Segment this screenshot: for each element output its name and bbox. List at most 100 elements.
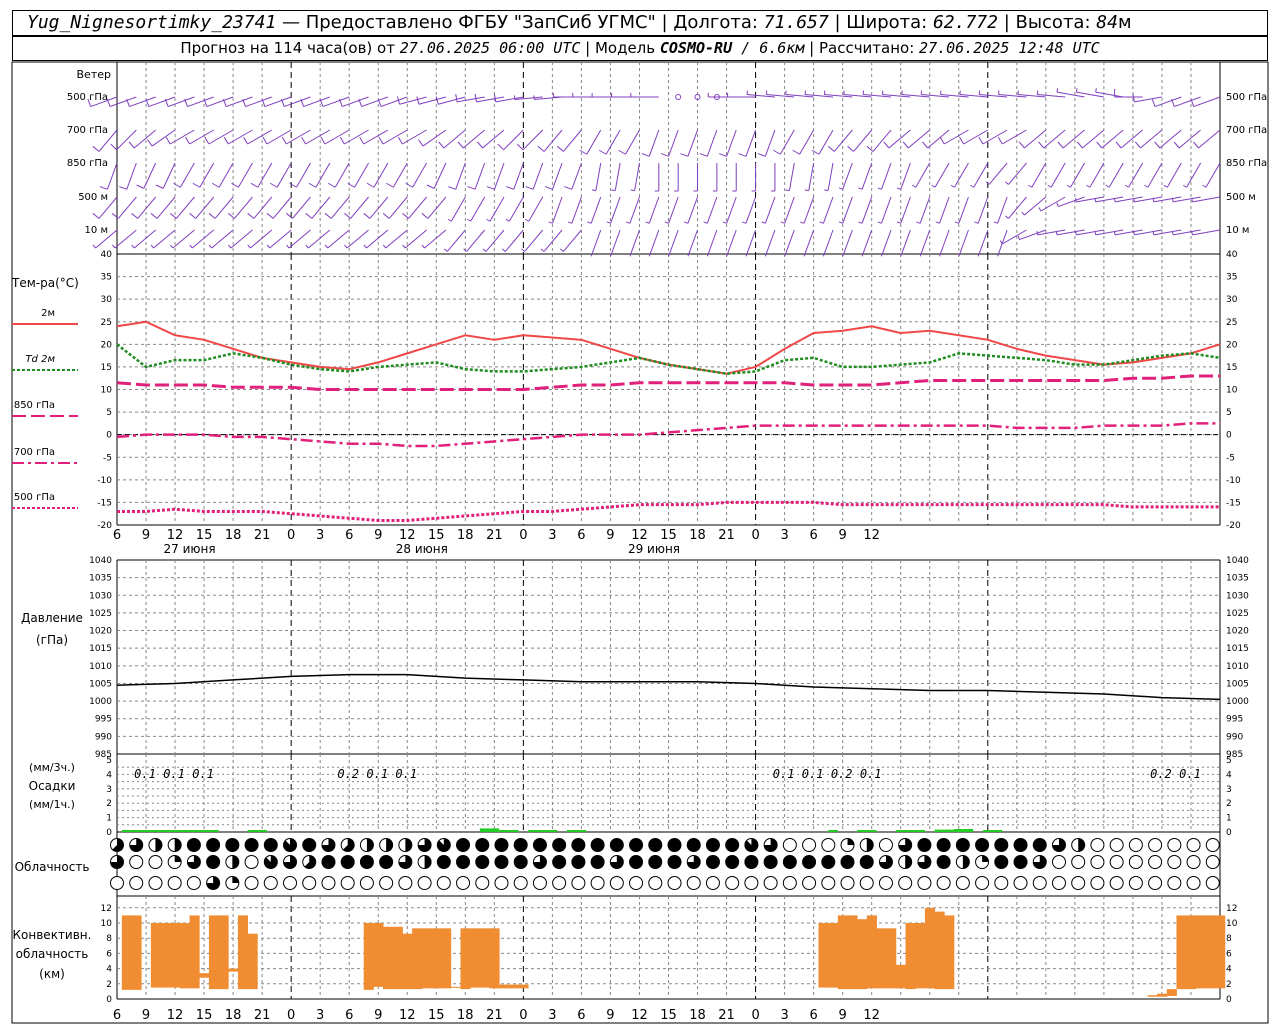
convective-tick-left: 6	[106, 949, 112, 959]
wind-barb	[579, 129, 602, 155]
cloud-symbol	[629, 876, 644, 890]
wind-barb-staff	[543, 229, 563, 252]
precip-bar	[170, 830, 180, 832]
date-label: 28 июня	[396, 542, 448, 556]
wind-barb-staff	[605, 129, 621, 155]
cloud-symbol-fill	[456, 855, 470, 869]
wind-barb	[977, 229, 989, 257]
wind-barb	[773, 129, 795, 155]
cloud-symbol	[782, 855, 797, 869]
convective-x-tick: 0	[751, 1008, 759, 1023]
cloud-symbol-fill	[917, 838, 931, 852]
wind-barb-half-feather	[1056, 202, 1059, 207]
wind-barb	[784, 229, 795, 257]
wind-barb	[896, 196, 911, 224]
convective-tick-right: 6	[1226, 949, 1232, 959]
temp-x-tick: 15	[660, 528, 677, 543]
wind-barb	[560, 229, 582, 252]
wind-barb	[606, 196, 621, 224]
cloud-symbol	[475, 838, 490, 852]
wind-barb	[993, 196, 1008, 224]
cloud-symbol	[321, 838, 336, 852]
wind-barb	[985, 162, 1008, 185]
cloud-symbol	[725, 838, 740, 852]
cloud-symbol	[513, 855, 528, 869]
convective-unit: (км)	[39, 967, 65, 981]
cloud-symbol-fill	[1033, 838, 1047, 852]
cloud-symbol-fill	[386, 838, 393, 852]
wind-barb-half-feather	[824, 189, 829, 192]
convective-bar	[1147, 995, 1158, 997]
wind-barb-staff	[958, 229, 969, 257]
wind-barb	[978, 90, 1008, 98]
cloud-symbol-fill	[629, 838, 643, 852]
wind-barb	[598, 129, 621, 155]
wind-barb-staff	[779, 129, 795, 155]
wind-barb-half-feather	[1202, 184, 1207, 188]
precip-bar	[566, 830, 577, 832]
temp-tick-left: 5	[106, 408, 112, 418]
wind-barb-staff	[900, 196, 911, 224]
cloud-symbol	[859, 838, 874, 852]
wind-barb	[880, 229, 892, 257]
precip-bar	[508, 830, 519, 832]
cloud-symbol	[686, 855, 701, 869]
wind-barb-half-feather	[1182, 184, 1187, 188]
wind-barb-staff	[745, 129, 757, 157]
wind-barb	[738, 129, 757, 157]
cloud-symbol	[532, 838, 547, 852]
cloud-symbol	[379, 876, 394, 890]
wind-barb	[486, 162, 505, 190]
convective-bar	[924, 907, 935, 989]
cloud-symbol	[1148, 876, 1163, 890]
wind-barb-half-feather	[606, 221, 611, 224]
cloud-symbol	[609, 855, 624, 869]
cloud-symbol	[955, 876, 970, 890]
wind-barb-half-feather	[1191, 197, 1193, 202]
convective-tick-left: 8	[106, 934, 112, 944]
wind-barb-half-feather	[1075, 197, 1077, 202]
cloud-symbol	[110, 876, 124, 890]
temp-x-tick: 0	[519, 528, 527, 543]
wind-barb	[611, 162, 621, 192]
cloud-symbol	[513, 876, 528, 890]
wind-barb	[131, 196, 157, 219]
convective-x-tick: 6	[345, 1008, 353, 1023]
temp-tick-left: 20	[101, 340, 113, 350]
convective-tick-right: 4	[1226, 965, 1232, 975]
cloud-symbol	[494, 876, 509, 890]
wind-barb-staff	[1050, 162, 1066, 188]
pressure-tick-right: 1010	[1226, 662, 1249, 672]
wind-barb-feather	[405, 182, 413, 188]
temp-x-tick: 12	[399, 528, 416, 543]
wind-calm-circle	[675, 94, 682, 100]
wind-barb-feather	[497, 143, 504, 151]
wind-barb-half-feather	[324, 244, 329, 249]
wind-barb	[286, 229, 311, 249]
precip-bar	[247, 830, 258, 832]
wind-barb-staff	[1008, 196, 1027, 219]
wind-barb	[822, 229, 834, 257]
precip-bar	[199, 830, 209, 832]
wind-barb	[228, 196, 253, 219]
cloud-symbol	[1167, 838, 1182, 852]
pressure-tick-right: 1000	[1226, 697, 1249, 707]
wind-barb-staff	[308, 229, 331, 249]
precip-3h-label: 0.1	[802, 767, 824, 781]
wind-barb-half-feather	[567, 221, 573, 224]
convective-bar	[450, 986, 461, 988]
wind-barb-staff	[485, 229, 505, 252]
wind-barb	[1202, 162, 1221, 188]
wind-barb-half-feather	[1028, 184, 1033, 188]
cloud-symbol	[302, 838, 317, 852]
wind-barb	[402, 196, 427, 219]
wind-barb-staff	[1101, 129, 1124, 149]
cloud-symbol	[110, 838, 124, 852]
cloud-symbol-fill	[571, 855, 585, 869]
wind-barb	[189, 196, 215, 219]
wind-barb-staff	[169, 129, 195, 145]
wind-barb-half-feather	[664, 221, 669, 224]
cloud-symbol	[763, 876, 778, 890]
cloud-symbol-fill	[1014, 838, 1028, 852]
wind-barb-feather	[301, 136, 307, 145]
